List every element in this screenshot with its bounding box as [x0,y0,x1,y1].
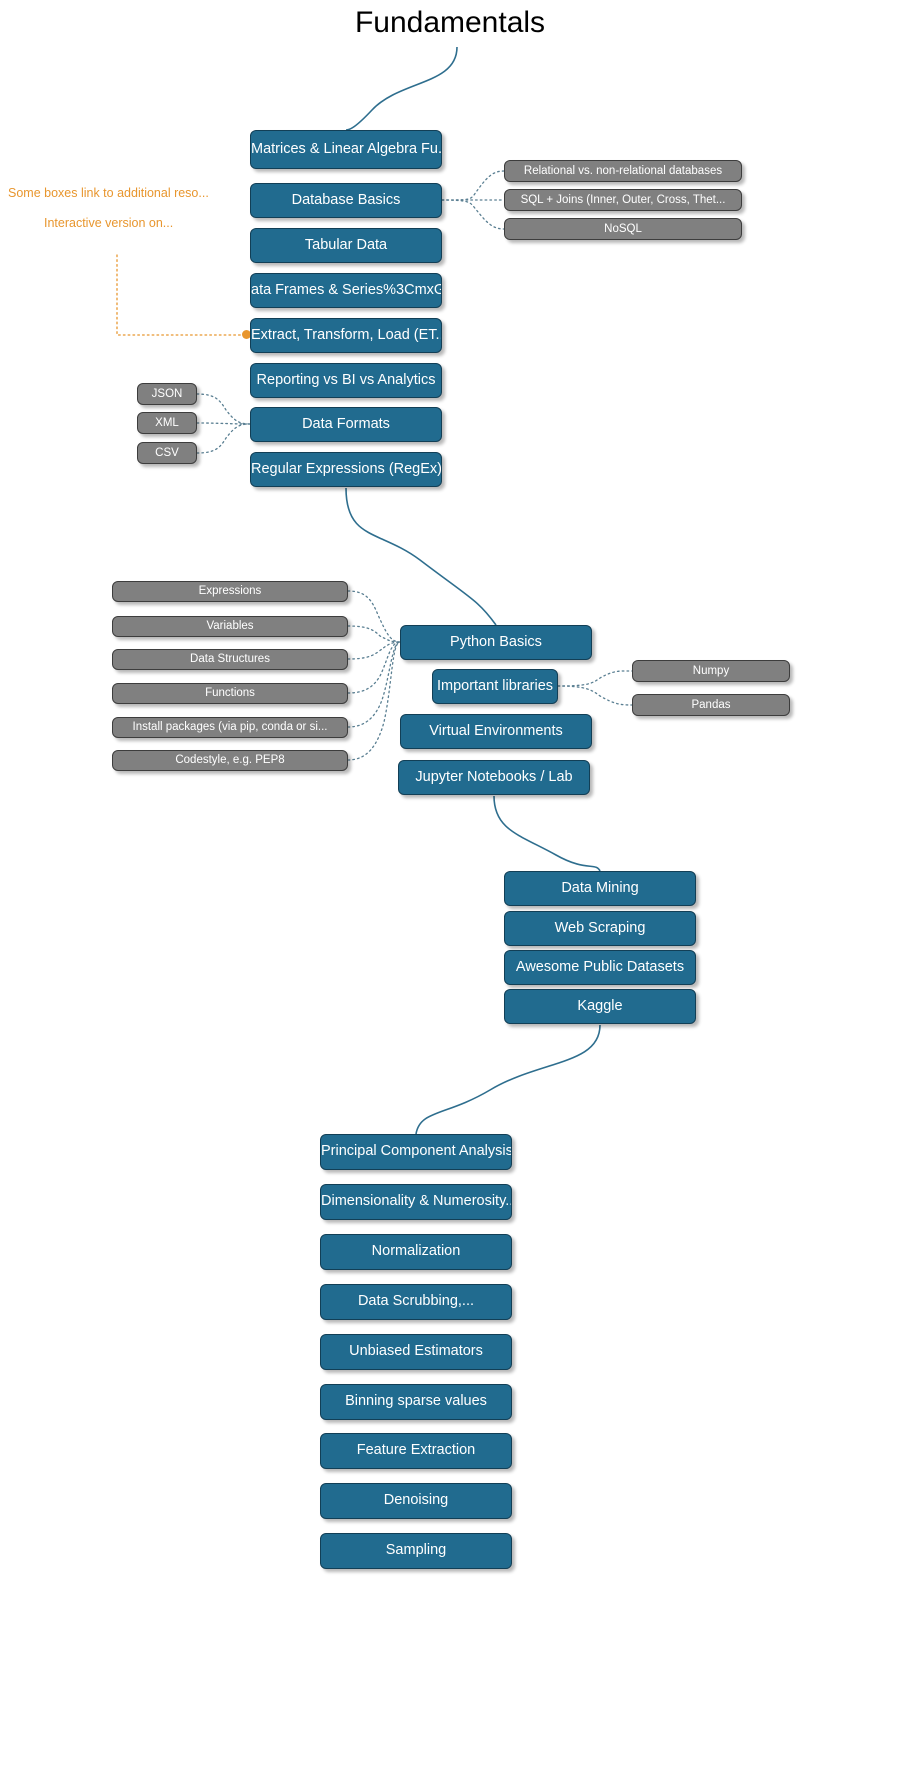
edge-note-to-etl [116,254,247,336]
node-pandas[interactable]: Pandas [632,694,790,716]
node-functions[interactable]: Functions [112,683,348,704]
edge-variables-to-python [347,625,401,643]
note-link-resources: Some boxes link to additional reso... [8,186,209,200]
node-expressions[interactable]: Expressions [112,581,348,602]
edge-expressions-to-python [347,590,401,643]
node-data-scrubbing[interactable]: Data Scrubbing,... [320,1284,512,1320]
node-sampling[interactable]: Sampling [320,1533,512,1569]
note-interactive-version: Interactive version on... [44,216,174,230]
node-web-scraping[interactable]: Web Scraping [504,911,696,946]
edge-libs-to-numpy [557,670,633,687]
node-important-libraries[interactable]: Important libraries [432,669,558,704]
node-json[interactable]: JSON [137,383,197,405]
edge-libs-to-pandas [557,685,633,706]
edge-functions-to-python [347,641,401,694]
edge-regex-to-python [345,487,497,626]
node-xml[interactable]: XML [137,412,197,434]
node-numpy[interactable]: Numpy [632,660,790,682]
node-unbiased-estimators[interactable]: Unbiased Estimators [320,1334,512,1370]
node-jupyter-notebooks-lab[interactable]: Jupyter Notebooks / Lab [398,760,590,795]
node-csv[interactable]: CSV [137,442,197,464]
node-extract-transform-load[interactable]: Extract, Transform, Load (ET... [250,318,442,353]
edge-json-to-formats [196,393,251,425]
node-data-structures[interactable]: Data Structures [112,649,348,670]
node-install-packages[interactable]: Install packages (via pip, conda or si..… [112,717,348,738]
node-denoising[interactable]: Denoising [320,1483,512,1519]
node-data-mining[interactable]: Data Mining [504,871,696,906]
edge-db-to-relational [441,170,505,201]
node-sql-joins[interactable]: SQL + Joins (Inner, Outer, Cross, Thet..… [504,189,742,211]
node-normalization[interactable]: Normalization [320,1234,512,1270]
mindmap-canvas: Fundamentals Some boxes link to addition… [0,0,900,1782]
node-regular-expressions[interactable]: Regular Expressions (RegEx) [250,452,442,487]
node-tabular-data[interactable]: Tabular Data [250,228,442,263]
node-feature-extraction[interactable]: Feature Extraction [320,1433,512,1469]
edge-kaggle-to-pca [415,1024,601,1135]
edge-datastructures-to-python [347,641,401,660]
edge-title-to-matrices [345,46,458,131]
node-dimensionality-numerosity[interactable]: Dimensionality & Numerosity... [320,1184,512,1220]
edge-db-to-nosql [441,199,505,230]
edge-jupyter-to-datamining [493,795,601,872]
node-principal-component-analysis[interactable]: Principal Component Analysis... [320,1134,512,1170]
node-database-basics[interactable]: Database Basics [250,183,442,218]
node-python-basics[interactable]: Python Basics [400,625,592,660]
node-data-frames-series[interactable]: ata Frames & Series%3CmxGra [250,273,442,308]
edge-xml-to-formats [196,422,251,425]
edge-codestyle-to-python [347,641,401,761]
node-kaggle[interactable]: Kaggle [504,989,696,1024]
node-relational-vs-nonrelational[interactable]: Relational vs. non-relational databases [504,160,742,182]
node-variables[interactable]: Variables [112,616,348,637]
page-title: Fundamentals [354,6,546,39]
node-reporting-bi-analytics[interactable]: Reporting vs BI vs Analytics [250,363,442,398]
node-awesome-public-datasets[interactable]: Awesome Public Datasets [504,950,696,985]
node-nosql[interactable]: NoSQL [504,218,742,240]
node-matrices-linear-algebra[interactable]: Matrices & Linear Algebra Fu... [250,130,442,169]
edge-installpkg-to-python [347,641,401,728]
node-codestyle-pep8[interactable]: Codestyle, e.g. PEP8 [112,750,348,771]
node-virtual-environments[interactable]: Virtual Environments [400,714,592,749]
edge-csv-to-formats [196,423,251,454]
node-binning-sparse-values[interactable]: Binning sparse values [320,1384,512,1420]
node-data-formats[interactable]: Data Formats [250,407,442,442]
